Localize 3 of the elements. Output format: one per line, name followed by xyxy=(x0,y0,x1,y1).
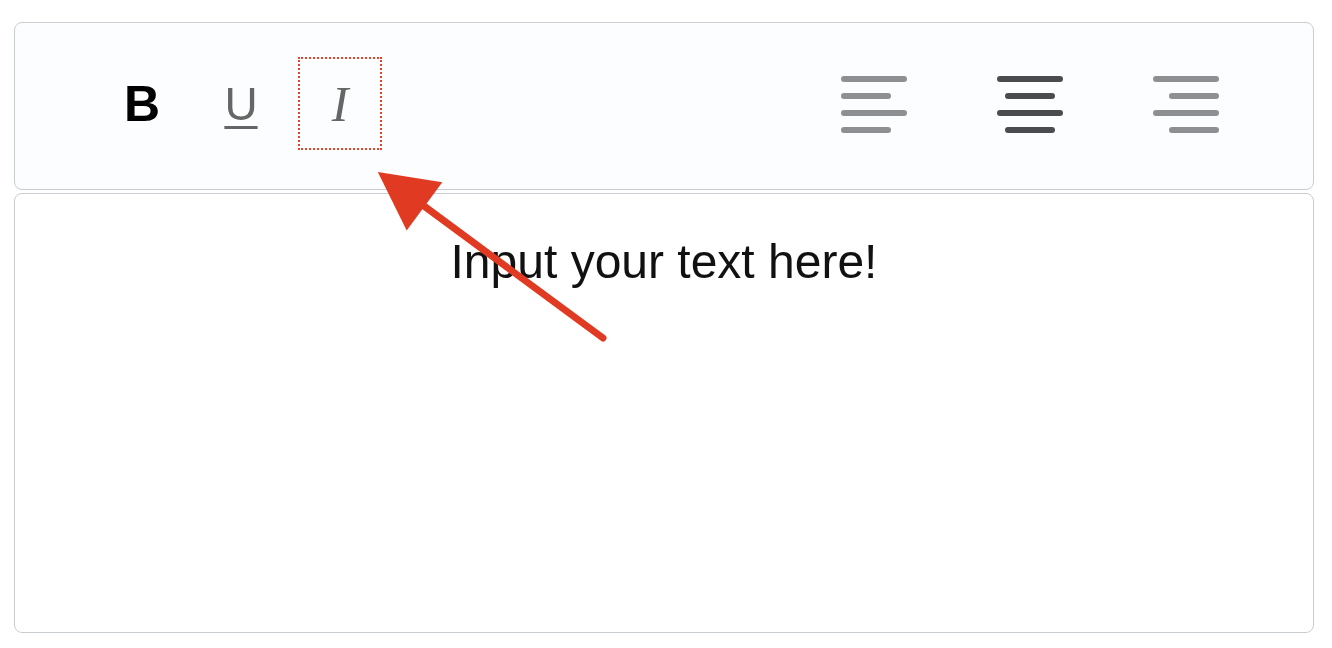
italic-button[interactable]: I xyxy=(298,57,382,150)
underline-button[interactable]: U xyxy=(199,57,283,150)
bold-button[interactable]: B xyxy=(100,57,184,150)
